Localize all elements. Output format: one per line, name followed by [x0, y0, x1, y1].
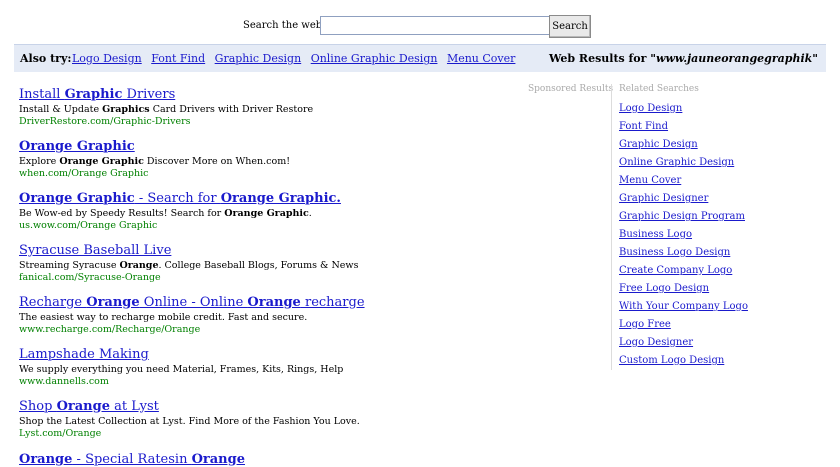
highlighted-term: Orange Graphic — [19, 139, 135, 154]
highlighted-term: Orange — [119, 260, 159, 271]
text-segment: The easiest way to recharge mobile credi… — [19, 312, 308, 323]
result-item: Recharge Orange Online - Online Orange r… — [19, 295, 539, 335]
search-label: Search the web: — [243, 20, 326, 31]
result-url: us.wow.com/Orange Graphic — [19, 220, 158, 231]
highlighted-term: Orange — [56, 399, 110, 414]
related-searches-header: Related Searches — [619, 84, 699, 94]
sponsored-label: Sponsored Results — [528, 84, 614, 94]
text-segment: Install — [19, 87, 65, 102]
text-segment: Drivers — [122, 87, 176, 102]
related-search-link[interactable]: Graphic Designer — [619, 190, 829, 208]
related-search-link[interactable]: Custom Logo Design — [619, 352, 829, 370]
result-url: when.com/Orange Graphic — [19, 168, 149, 179]
also-try-link[interactable]: Menu Cover — [447, 52, 515, 65]
text-segment: recharge — [300, 295, 365, 310]
highlighted-term: Graphics — [102, 104, 150, 115]
results-list: Install Graphic Drivers Install & Update … — [19, 87, 539, 451]
text-segment: . College Baseball Blogs, Forums & News — [158, 260, 359, 271]
related-search-link[interactable]: With Your Company Logo — [619, 298, 829, 316]
text-segment: . — [308, 208, 312, 219]
text-segment: Install & Update — [19, 104, 103, 115]
also-try-link[interactable]: Online Graphic Design — [311, 52, 438, 65]
also-try-bar: Also try: Logo Design Font Find Graphic … — [14, 44, 826, 72]
related-search-link[interactable]: Free Logo Design — [619, 280, 829, 298]
highlighted-term: Orange Graphic — [224, 208, 309, 219]
also-try-links: Logo Design Font Find Graphic Design Onl… — [72, 52, 521, 65]
highlighted-term: Orange Graphic — [59, 156, 144, 167]
highlighted-term: Orange Graphic. — [220, 191, 341, 206]
related-search-link[interactable]: Logo Design — [619, 100, 829, 118]
result-url: fanical.com/Syracuse-Orange — [19, 272, 161, 283]
result-title-link[interactable]: Orange Graphic — [19, 139, 539, 155]
related-search-link[interactable]: Graphic Design Program — [619, 208, 829, 226]
result-title-link[interactable]: Orange Graphic - Search for Orange Graph… — [19, 191, 539, 207]
result-item: Syracuse Baseball Live Streaming Syracuse… — [19, 243, 539, 283]
text-segment: Lampshade Making — [19, 347, 149, 362]
text-segment: Online - Online — [139, 295, 248, 310]
text-segment: We supply everything you need Material, … — [19, 364, 344, 375]
related-search-link[interactable]: Business Logo — [619, 226, 829, 244]
result-url: DriverRestore.com/Graphic-Drivers — [19, 116, 191, 127]
highlighted-term: Orange — [247, 295, 301, 310]
also-try-link[interactable]: Font Find — [151, 52, 205, 65]
result-description: Be Wow-ed by Speedy Results! Search for … — [19, 207, 539, 220]
result-url: www.dannells.com — [19, 376, 109, 387]
related-search-link[interactable]: Online Graphic Design — [619, 154, 829, 172]
text-segment: Syracuse Baseball Live — [19, 243, 172, 258]
highlighted-term: Orange — [86, 295, 140, 310]
result-item: Install Graphic Drivers Install & Update … — [19, 87, 539, 127]
result-title-link[interactable]: Install Graphic Drivers — [19, 87, 539, 103]
result-description: Streaming Syracuse Orange. College Baseb… — [19, 259, 539, 272]
web-results-query: "www.jauneorangegraphik" — [650, 52, 818, 65]
also-try-link[interactable]: Logo Design — [72, 52, 142, 65]
result-item: Shop Orange at Lyst Shop the Latest Colle… — [19, 399, 539, 439]
related-search-link[interactable]: Business Logo Design — [619, 244, 829, 262]
result-item: Lampshade Making We supply everything you… — [19, 347, 539, 387]
related-search-link[interactable]: Logo Designer — [619, 334, 829, 352]
also-try-link[interactable]: Graphic Design — [215, 52, 302, 65]
result-title-link[interactable]: Recharge Orange Online - Online Orange r… — [19, 295, 539, 311]
result-title-link[interactable]: Lampshade Making — [19, 347, 539, 363]
result-url: Lyst.com/Orange — [19, 428, 102, 439]
related-search-link[interactable]: Font Find — [619, 118, 829, 136]
related-search-link[interactable]: Graphic Design — [619, 136, 829, 154]
text-segment: Discover More on When.com! — [143, 156, 291, 167]
text-segment: Card Drivers with Driver Restore — [149, 104, 314, 115]
web-results-prefix: Web Results for — [548, 52, 647, 65]
result-title-link[interactable]: Syracuse Baseball Live — [19, 243, 539, 259]
search-bar: Search the web: Search — [0, 12, 840, 40]
result-description: We supply everything you need Material, … — [19, 363, 539, 376]
related-search-link[interactable]: Create Company Logo — [619, 262, 829, 280]
text-segment: Shop — [19, 399, 57, 414]
also-try-label: Also try: — [20, 52, 72, 65]
text-segment: at Lyst — [109, 399, 159, 414]
result-item: Orange Graphic Explore Orange Graphic Dis… — [19, 139, 539, 179]
highlighted-term: Graphic — [64, 87, 123, 102]
related-search-link[interactable]: Menu Cover — [619, 172, 829, 190]
search-input[interactable] — [320, 16, 552, 35]
text-segment: Streaming Syracuse — [19, 260, 120, 271]
result-description: The easiest way to recharge mobile credi… — [19, 311, 539, 324]
result-description: Install & Update Graphics Card Drivers w… — [19, 103, 539, 116]
related-search-link[interactable]: Logo Free — [619, 316, 829, 334]
highlighted-term: Orange Graphic — [19, 191, 135, 206]
result-title-link[interactable]: Shop Orange at Lyst — [19, 399, 539, 415]
text-segment: Shop the Latest Collection at Lyst. Find… — [19, 416, 360, 427]
text-segment: - Search for — [134, 191, 221, 206]
text-segment: Recharge — [19, 295, 87, 310]
result-item: Orange Graphic - Search for Orange Graph… — [19, 191, 539, 231]
result-description: Explore Orange Graphic Discover More on … — [19, 155, 539, 168]
text-segment: Explore — [19, 156, 60, 167]
result-description: Shop the Latest Collection at Lyst. Find… — [19, 415, 539, 428]
related-searches: Related Searches Logo Design Font Find Gra… — [611, 84, 829, 370]
web-results-heading: Web Results for "www.jauneorangegraphik" — [549, 52, 818, 65]
search-button[interactable]: Search — [549, 15, 591, 38]
text-segment: Be Wow-ed by Speedy Results! Search for — [19, 208, 225, 219]
result-url: www.recharge.com/Recharge/Orange — [19, 324, 201, 335]
